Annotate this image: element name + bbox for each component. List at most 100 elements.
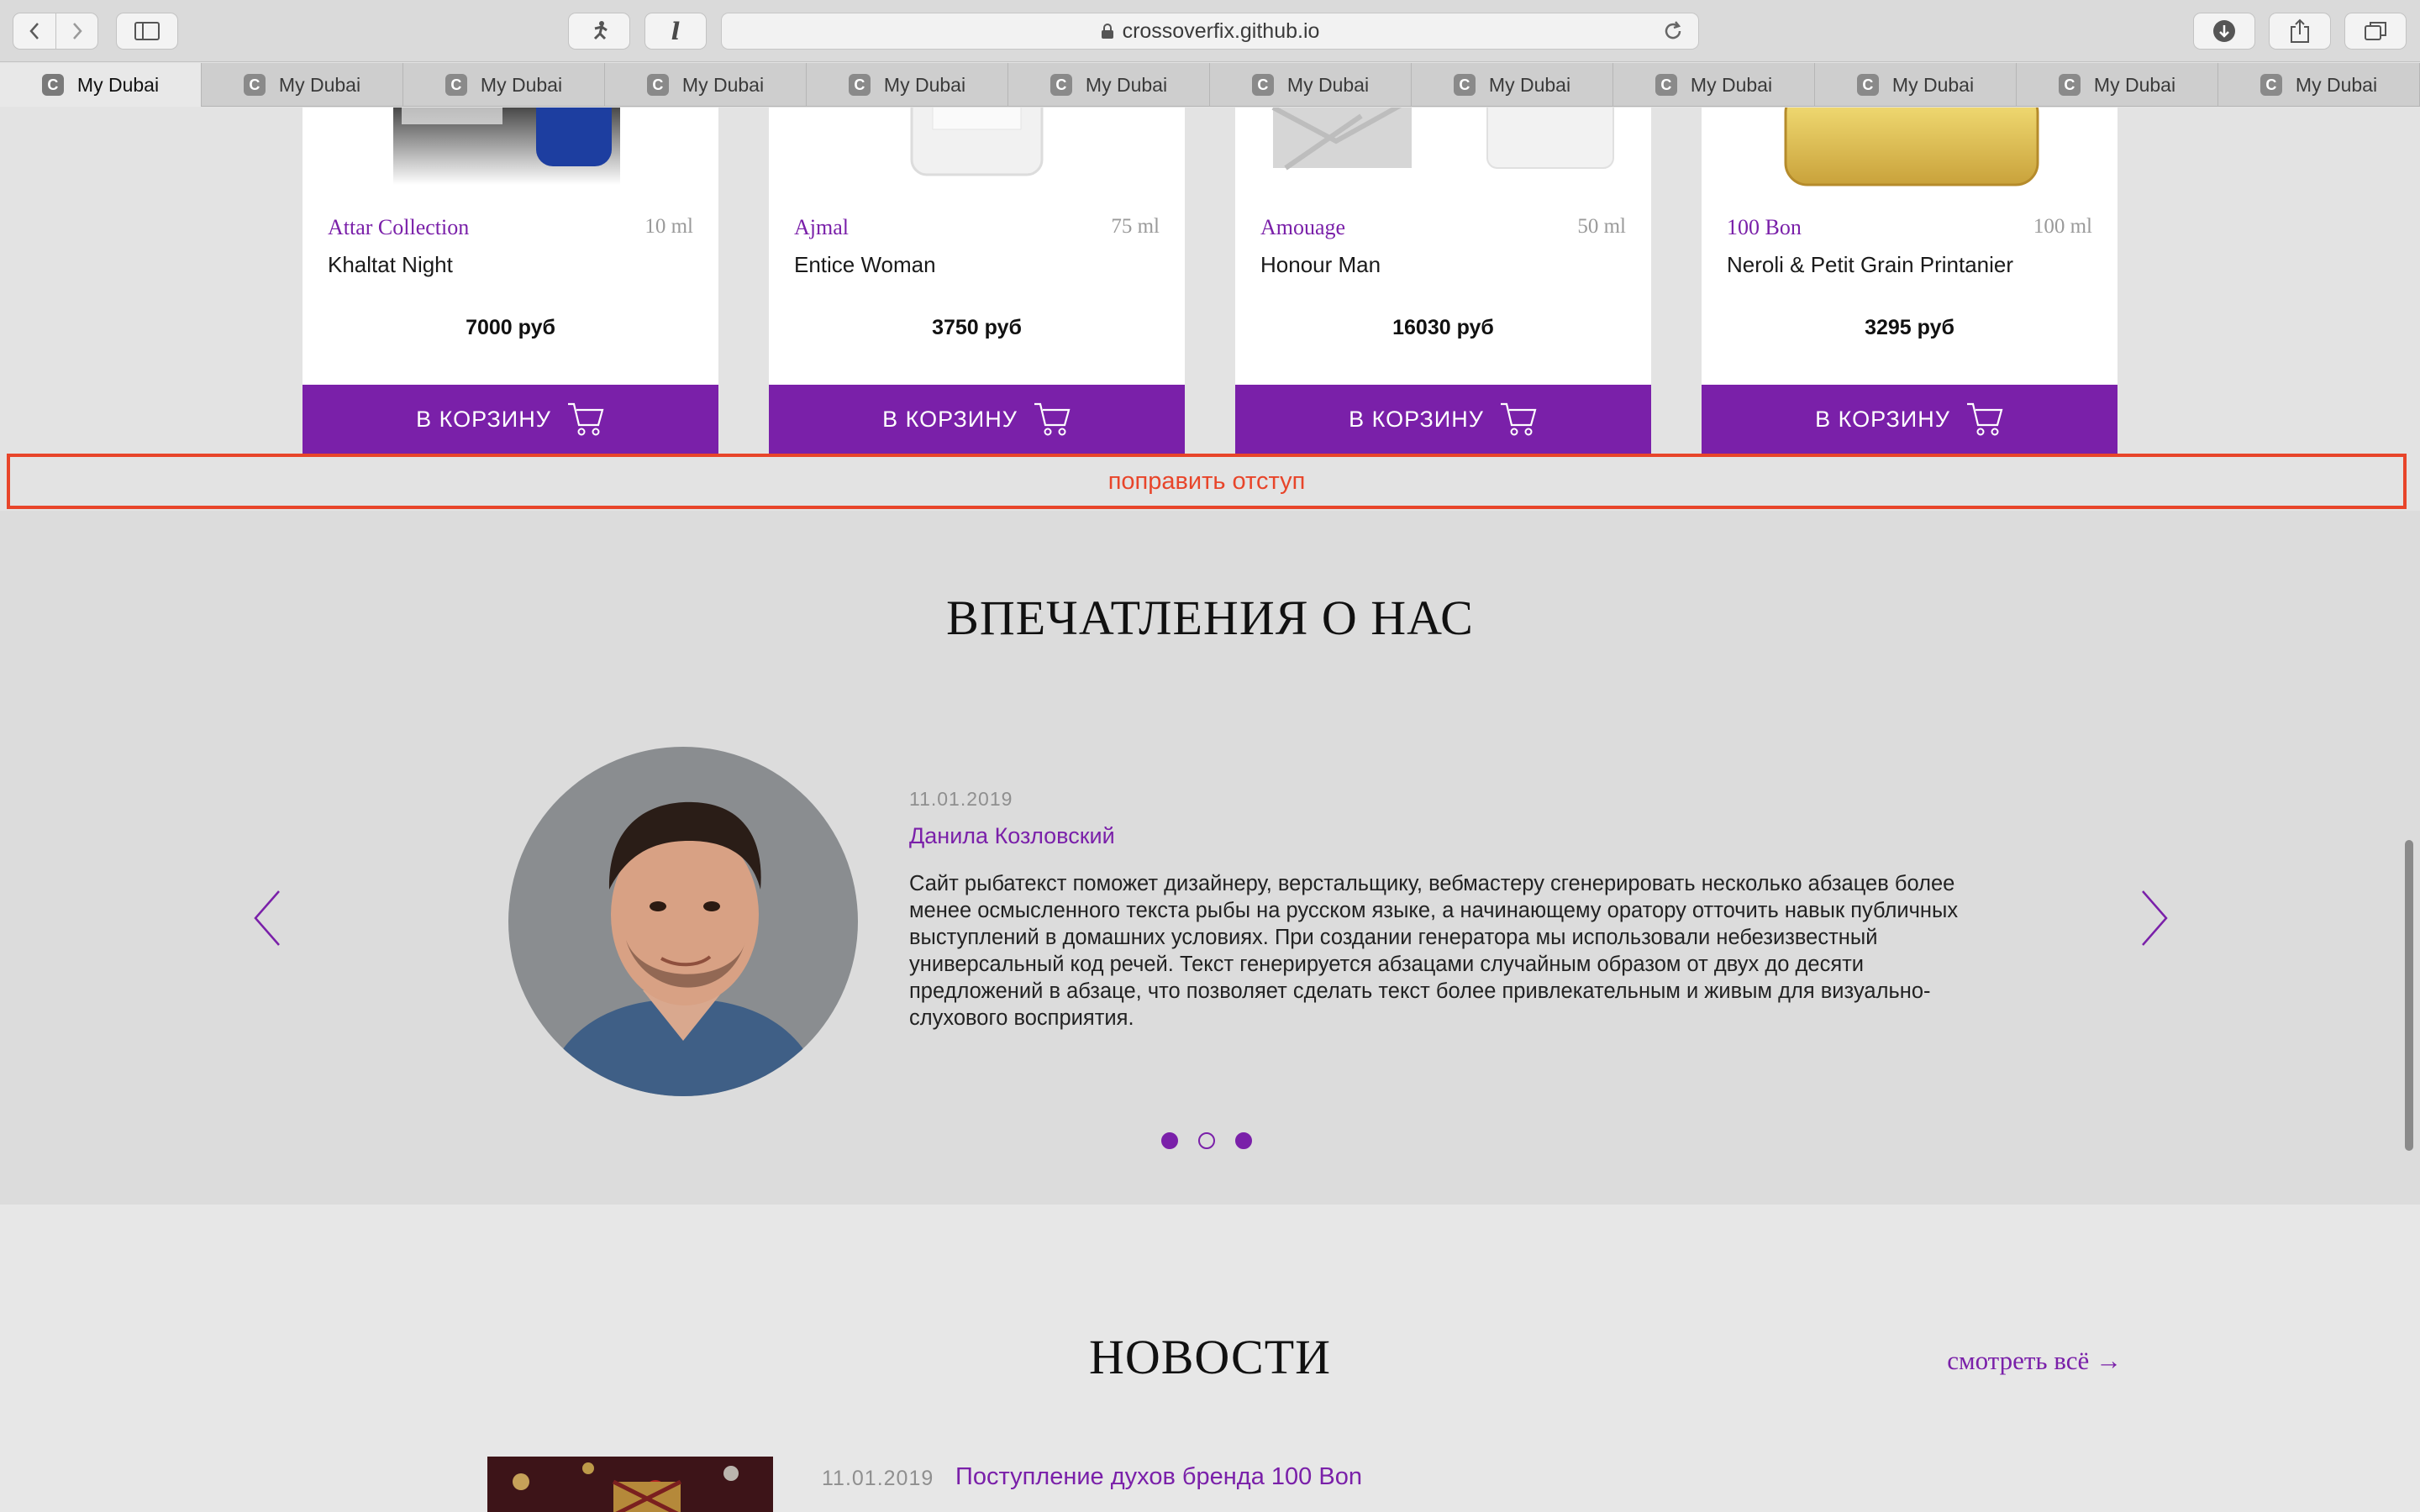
browser-tab[interactable]: C My Dubai xyxy=(807,63,1008,107)
extension-runner-icon xyxy=(593,21,608,40)
product-brand[interactable]: Attar Collection xyxy=(328,215,469,240)
see-all-news-link[interactable]: смотреть всё → xyxy=(1947,1346,2122,1376)
product-volume: 75 ml xyxy=(1111,215,1160,238)
product-name[interactable]: Khaltat Night xyxy=(328,252,453,278)
product-brand[interactable]: Amouage xyxy=(1260,215,1345,240)
favicon: C xyxy=(243,74,266,96)
product-volume: 10 ml xyxy=(644,215,693,238)
add-to-cart-button[interactable]: В КОРЗИНУ xyxy=(769,385,1185,454)
product-card[interactable]: Attar Collection 10 ml Khaltat Night 700… xyxy=(302,108,718,454)
product-image xyxy=(1235,108,1651,192)
extension-button[interactable] xyxy=(568,13,630,50)
browser-tab[interactable]: C My Dubai xyxy=(202,63,403,107)
cart-icon xyxy=(567,402,604,436)
review-annotation-note: поправить отступ xyxy=(7,454,2407,509)
product-card[interactable]: Amouage 50 ml Honour Man 16030 руб В КОР… xyxy=(1235,108,1651,454)
tab-title: My Dubai xyxy=(1488,73,1571,96)
cart-icon xyxy=(1034,402,1071,436)
product-price: 3750 руб xyxy=(932,316,1022,339)
browser-tab[interactable]: C My Dubai xyxy=(1210,63,1412,107)
favicon: C xyxy=(1655,74,1677,96)
forward-button[interactable] xyxy=(55,13,97,49)
product-volume: 50 ml xyxy=(1577,215,1626,238)
browser-tab[interactable]: C My Dubai xyxy=(0,63,202,107)
web-page: Attar Collection 10 ml Khaltat Night 700… xyxy=(0,108,2420,1512)
product-image xyxy=(1702,108,2118,192)
news-item-title[interactable]: Поступление духов бренда 100 Bon xyxy=(955,1463,1362,1491)
add-to-cart-button[interactable]: В КОРЗИНУ xyxy=(1702,385,2118,454)
browser-tab[interactable]: C My Dubai xyxy=(403,63,605,107)
tab-title: My Dubai xyxy=(681,73,765,96)
product-image xyxy=(769,108,1185,192)
add-to-cart-label: В КОРЗИНУ xyxy=(1349,406,1484,432)
favicon: C xyxy=(1856,74,1879,96)
reload-icon[interactable] xyxy=(1661,19,1685,49)
downloads-button[interactable] xyxy=(2193,13,2255,50)
chevron-left-icon xyxy=(29,23,39,39)
favicon: C xyxy=(445,74,467,96)
browser-tab[interactable]: C My Dubai xyxy=(1613,63,1815,107)
tab-overview-button[interactable] xyxy=(2344,13,2407,50)
page-scrollbar[interactable] xyxy=(2405,840,2413,1151)
sidebar-icon xyxy=(134,22,160,40)
browser-tab[interactable]: C My Dubai xyxy=(605,63,807,107)
slider-dot-active[interactable] xyxy=(1198,1132,1215,1149)
review-text: Сайт рыбатекст поможет дизайнеру, верста… xyxy=(909,872,1959,1030)
tab-title: My Dubai xyxy=(2093,73,2176,96)
product-card[interactable]: 100 Bon 100 ml Neroli & Petit Grain Prin… xyxy=(1702,108,2118,454)
browser-tab[interactable]: C My Dubai xyxy=(2017,63,2218,107)
tab-title: My Dubai xyxy=(1085,73,1168,96)
italic-l-icon: l xyxy=(671,17,681,45)
add-to-cart-label: В КОРЗИНУ xyxy=(882,406,1018,432)
tabs-overview-icon xyxy=(2365,22,2386,40)
tab-title: My Dubai xyxy=(883,73,966,96)
add-to-cart-label: В КОРЗИНУ xyxy=(1815,406,1950,432)
tab-title: My Dubai xyxy=(2295,73,2378,96)
slider-dot[interactable] xyxy=(1235,1132,1252,1149)
url-text: crossoverfix.github.io xyxy=(1122,18,1320,43)
tab-bar: C My Dubai C My Dubai C My Dubai C My Dubai … xyxy=(0,63,2420,107)
tab-title: My Dubai xyxy=(1286,73,1370,96)
product-name[interactable]: Honour Man xyxy=(1260,252,1381,278)
product-volume: 100 ml xyxy=(2033,215,2092,238)
share-button[interactable] xyxy=(2269,13,2331,50)
product-price: 3295 руб xyxy=(1865,316,1954,339)
slider-prev-arrow-icon[interactable] xyxy=(250,889,284,948)
browser-tab[interactable]: C My Dubai xyxy=(1815,63,2017,107)
product-price: 7000 руб xyxy=(466,316,555,339)
product-name[interactable]: Neroli & Petit Grain Printanier xyxy=(1727,252,2013,278)
favicon: C xyxy=(1453,74,1476,96)
product-price: 16030 руб xyxy=(1392,316,1494,339)
product-card[interactable]: Ajmal 75 ml Entice Woman 3750 руб В КОРЗ… xyxy=(769,108,1185,454)
product-brand[interactable]: 100 Bon xyxy=(1727,215,1802,240)
tab-title: My Dubai xyxy=(1891,73,1975,96)
browser-tab[interactable]: C My Dubai xyxy=(1412,63,1613,107)
product-grid: Attar Collection 10 ml Khaltat Night 700… xyxy=(0,108,2420,454)
reviewer-avatar xyxy=(508,747,858,1096)
browser-tab[interactable]: C My Dubai xyxy=(1008,63,1210,107)
product-name[interactable]: Entice Woman xyxy=(794,252,936,278)
reader-button[interactable]: l xyxy=(644,13,707,50)
review-author: Данила Козловский xyxy=(909,823,1115,848)
add-to-cart-label: В КОРЗИНУ xyxy=(416,406,551,432)
cart-icon xyxy=(1500,402,1537,436)
address-bar[interactable]: crossoverfix.github.io xyxy=(721,13,1699,50)
download-icon xyxy=(2213,20,2235,42)
browser-tab[interactable]: C My Dubai xyxy=(2218,63,2420,107)
tab-title: My Dubai xyxy=(1690,73,1773,96)
back-button[interactable] xyxy=(13,13,55,49)
product-brand[interactable]: Ajmal xyxy=(794,215,849,240)
cart-icon xyxy=(1966,402,2003,436)
slider-next-arrow-icon[interactable] xyxy=(2138,889,2171,948)
favicon: C xyxy=(2260,74,2282,96)
tab-title: My Dubai xyxy=(76,73,160,96)
reviews-section: ВПЕЧАТЛЕНИЯ О НАС 11.01.2019 Данила Козл… xyxy=(0,511,2420,1205)
product-image xyxy=(302,108,718,192)
add-to-cart-button[interactable]: В КОРЗИНУ xyxy=(1235,385,1651,454)
favicon: C xyxy=(848,74,871,96)
add-to-cart-button[interactable]: В КОРЗИНУ xyxy=(302,385,718,454)
slider-dots xyxy=(1161,1132,1252,1149)
news-image[interactable] xyxy=(487,1457,773,1512)
sidebar-button[interactable] xyxy=(116,13,178,50)
slider-dot[interactable] xyxy=(1161,1132,1178,1149)
